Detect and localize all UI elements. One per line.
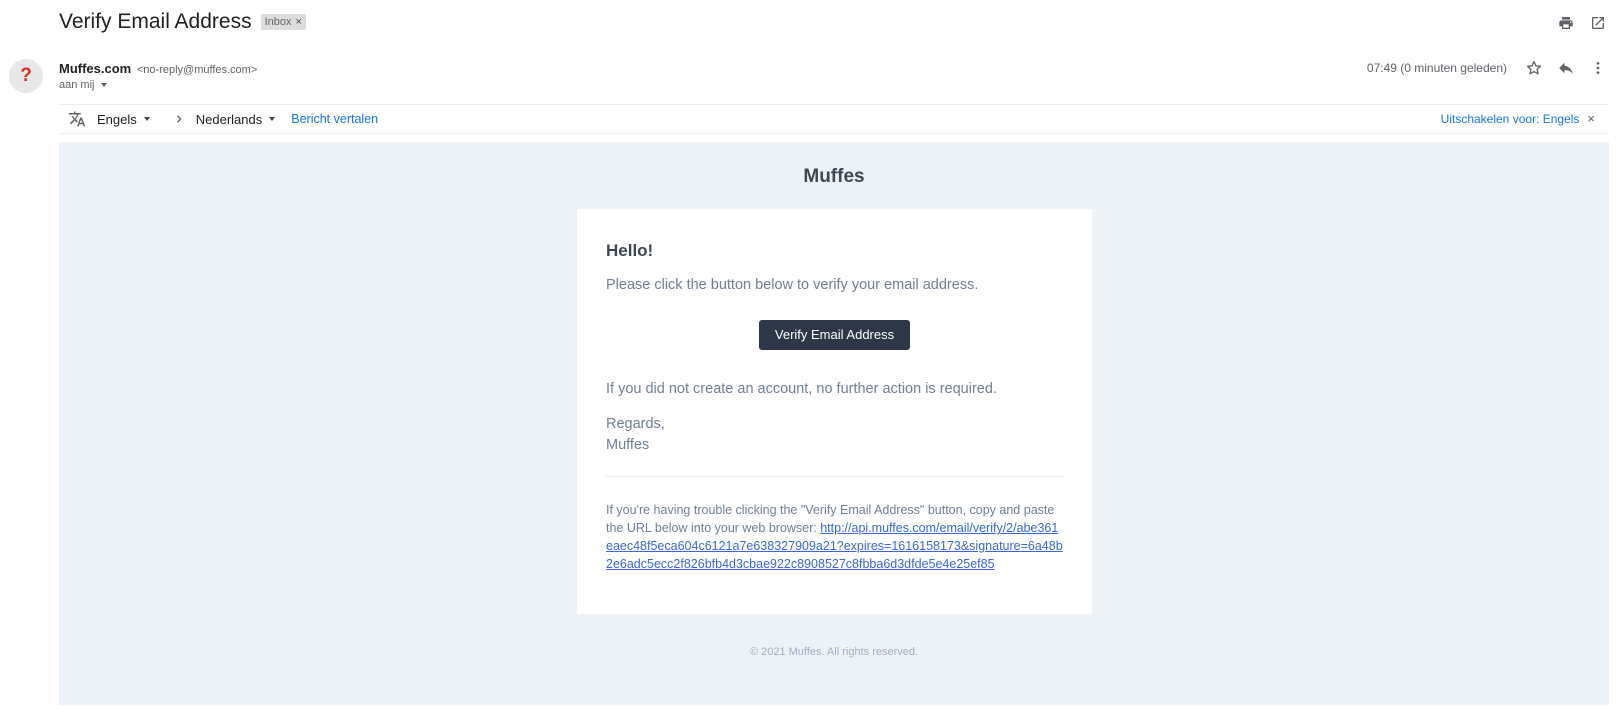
verify-email-button[interactable]: Verify Email Address — [758, 320, 911, 350]
translate-bar: Engels Nederlands Bericht vertalen Uitsc… — [59, 104, 1609, 134]
chevron-down-icon — [269, 117, 276, 121]
email-brand-header: Muffes — [803, 166, 865, 187]
disable-translate: Uitschakelen voor: Engels × — [1441, 111, 1595, 126]
chevron-down-icon — [101, 83, 108, 87]
close-icon[interactable]: × — [1587, 111, 1595, 126]
email-greeting: Hello! — [606, 241, 654, 260]
sender-avatar[interactable]: ? — [9, 59, 43, 93]
print-icon[interactable] — [1557, 14, 1575, 32]
open-in-new-window-icon[interactable] — [1589, 14, 1607, 32]
more-vert-icon[interactable] — [1589, 59, 1607, 77]
message-actions: 07:49 (0 minuten geleden) — [1367, 59, 1607, 77]
star-icon[interactable] — [1525, 59, 1543, 77]
label-chip-inbox[interactable]: Inbox × — [260, 14, 306, 30]
subject-title: Verify Email Address — [59, 10, 252, 33]
label-chip-remove-icon[interactable]: × — [296, 16, 302, 28]
unknown-sender-icon: ? — [20, 65, 32, 86]
target-language-select[interactable]: Nederlands — [196, 112, 276, 127]
chevron-down-icon — [143, 117, 150, 121]
sender-info: Muffes.com <no-reply@muffes.com> aan mij — [59, 61, 257, 91]
email-regards: Regards, Muffes — [606, 414, 1063, 456]
target-language-label: Nederlands — [195, 111, 263, 127]
label-chip-text: Inbox — [264, 16, 292, 28]
translate-icon — [68, 110, 86, 128]
divider — [606, 476, 1063, 477]
recipient-label: aan mij — [59, 79, 95, 91]
top-actions — [1557, 14, 1607, 32]
source-language-label: Engels — [97, 111, 137, 127]
email-footer: © 2021 Muffes. All rights reserved. — [749, 646, 919, 658]
email-intro: Please click the button below to verify … — [606, 277, 979, 293]
chevron-right-icon — [174, 114, 184, 124]
regards-text: Regards, — [606, 416, 665, 432]
email-subcopy: If you're having trouble clicking the "V… — [606, 501, 1063, 573]
translate-message-link[interactable]: Bericht vertalen — [291, 112, 378, 126]
source-language-select[interactable]: Engels — [97, 112, 150, 127]
recipient-details-toggle[interactable]: aan mij — [59, 79, 257, 91]
signature-text: Muffes — [606, 437, 650, 453]
subject-header: Verify Email Address Inbox × — [59, 10, 306, 34]
disable-translate-link[interactable]: Uitschakelen voor: Engels — [1441, 112, 1580, 126]
email-body: Muffes Hello! Please click the button be… — [59, 142, 1609, 705]
reply-icon[interactable] — [1557, 59, 1575, 77]
sender-name[interactable]: Muffes.com — [59, 61, 131, 76]
sender-email: <no-reply@muffes.com> — [136, 64, 258, 76]
timestamp: 07:49 (0 minuten geleden) — [1366, 61, 1507, 75]
email-content-card: Hello! Please click the button below to … — [577, 209, 1092, 614]
email-outro: If you did not create an account, no fur… — [606, 381, 997, 397]
